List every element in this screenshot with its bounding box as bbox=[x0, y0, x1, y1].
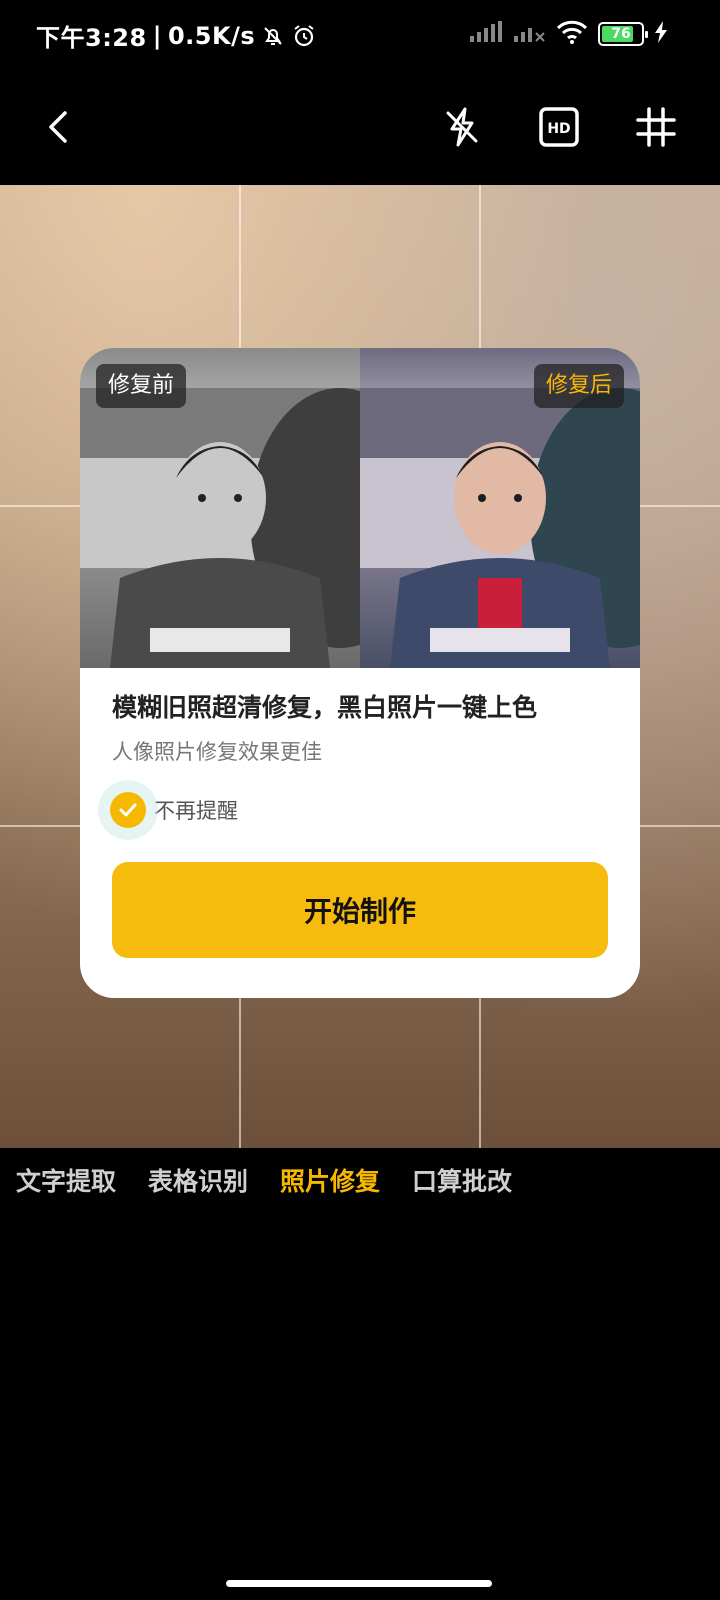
mode-tab-photo-repair[interactable]: 照片修复 bbox=[280, 1162, 380, 1198]
battery-icon: 76 bbox=[598, 22, 648, 46]
before-label: 修复前 bbox=[96, 364, 187, 408]
mode-tab-table-recognize[interactable]: 表格识别 bbox=[148, 1162, 248, 1198]
status-net-speed: 0.5K/s bbox=[167, 21, 256, 50]
mode-tab-math-check[interactable]: 口算批改 bbox=[412, 1162, 512, 1198]
charging-icon bbox=[654, 21, 668, 47]
start-button[interactable]: 开始制作 bbox=[112, 862, 608, 958]
camera-toolbar: HD bbox=[0, 70, 720, 185]
after-photo: 修复后 bbox=[360, 348, 640, 668]
status-divider: | bbox=[152, 21, 162, 50]
svg-text:HD: HD bbox=[547, 121, 570, 137]
battery-level: 76 bbox=[611, 26, 631, 42]
signal-x-icon bbox=[514, 21, 546, 47]
mode-tabs: 文字提取 表格识别 照片修复 口算批改 bbox=[0, 1148, 720, 1212]
grid-icon[interactable] bbox=[621, 92, 691, 162]
dont-remind-label: 不再提醒 bbox=[154, 799, 238, 823]
status-right: 76 bbox=[470, 20, 668, 48]
photo-repair-dialog: 修复前 修复后 模糊旧照超清修复，黑白照片一键上色 人像照片修复效果更佳 不再提… bbox=[80, 348, 640, 998]
dont-remind-checkbox[interactable]: 不再提醒 bbox=[98, 780, 238, 840]
mute-bell-icon bbox=[261, 24, 285, 48]
alarm-icon bbox=[291, 23, 317, 49]
home-indicator[interactable] bbox=[226, 1580, 492, 1587]
signal-icon bbox=[470, 21, 504, 47]
before-photo: 修复前 bbox=[80, 348, 360, 668]
check-icon bbox=[110, 792, 146, 828]
dialog-title: 模糊旧照超清修复，黑白照片一键上色 bbox=[112, 693, 538, 722]
status-left: 下午3:28 | 0.5K/s bbox=[36, 18, 317, 53]
after-label: 修复后 bbox=[533, 364, 624, 408]
mode-tab-text-extract[interactable]: 文字提取 bbox=[16, 1162, 116, 1198]
wifi-icon bbox=[556, 20, 588, 48]
status-bar: 下午3:28 | 0.5K/s 76 bbox=[0, 0, 720, 70]
before-after-compare: 修复前 修复后 bbox=[80, 348, 640, 668]
flash-off-icon[interactable] bbox=[427, 92, 497, 162]
status-time: 下午3:28 bbox=[36, 24, 147, 52]
back-icon[interactable] bbox=[24, 92, 94, 162]
hd-icon[interactable]: HD bbox=[524, 92, 594, 162]
dialog-subtitle: 人像照片修复效果更佳 bbox=[112, 740, 322, 764]
checkbox-halo bbox=[98, 780, 158, 840]
